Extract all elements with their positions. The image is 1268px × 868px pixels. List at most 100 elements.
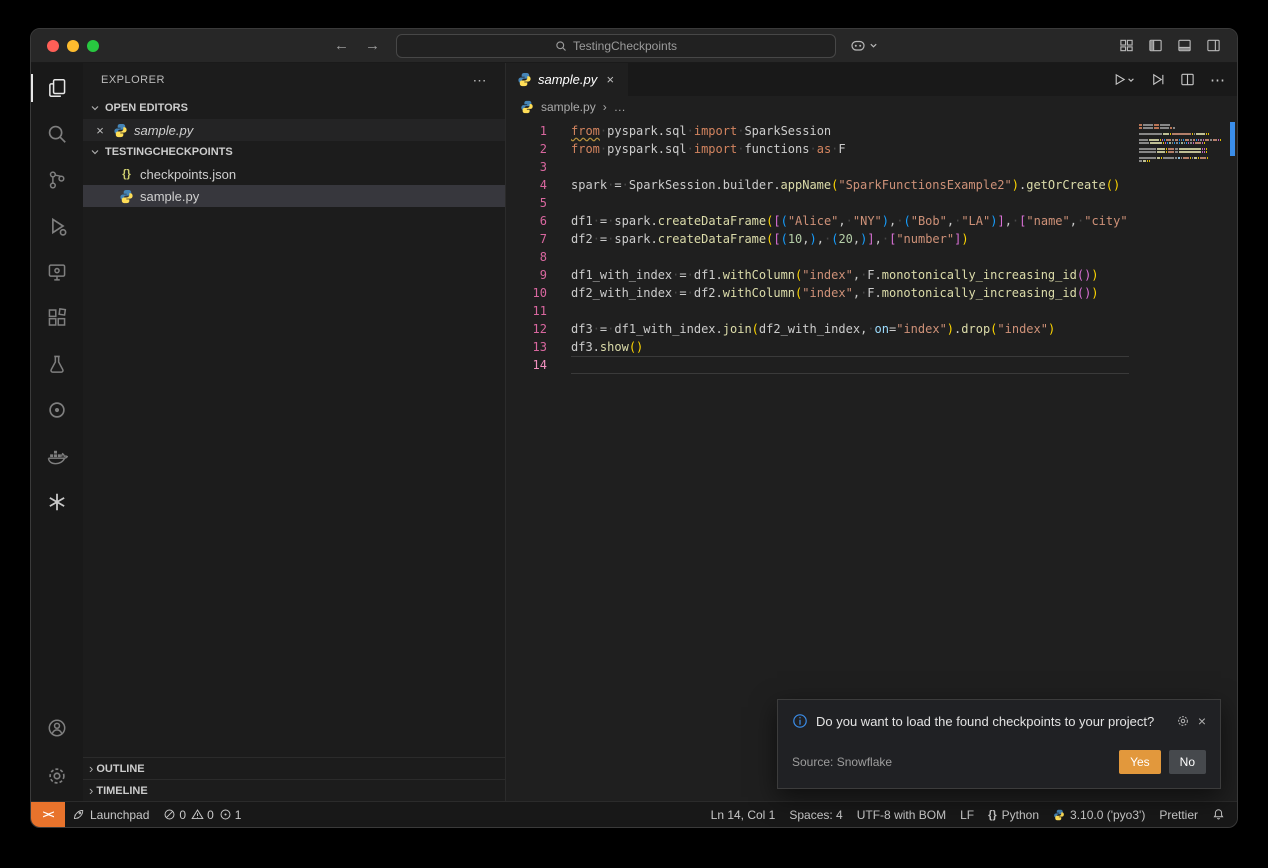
encoding-item[interactable]: UTF-8 with BOM (850, 802, 953, 827)
run-python-file-button[interactable] (1112, 72, 1135, 87)
code-line[interactable]: 7df2·=·spark.createDataFrame([(10,),·(20… (506, 230, 1129, 248)
split-editor-button[interactable] (1180, 72, 1195, 87)
json-icon: {} (119, 168, 134, 180)
launchpad-item[interactable]: Launchpad (65, 802, 156, 827)
line-number: 3 (506, 158, 571, 176)
language-mode-item[interactable]: {} Python (981, 802, 1046, 827)
formatter-item[interactable]: Prettier (1152, 802, 1205, 827)
copilot-menu[interactable] (850, 38, 878, 54)
line-number: 4 (506, 176, 571, 194)
command-center-search[interactable]: TestingCheckpoints (396, 34, 836, 58)
activity-settings[interactable] (31, 751, 83, 801)
error-count: 0 (179, 808, 186, 822)
activity-extensions[interactable] (31, 295, 83, 341)
encoding: UTF-8 with BOM (857, 808, 946, 822)
timeline-section[interactable]: › TIMELINE (83, 779, 505, 801)
code-line[interactable]: 6df1·=·spark.createDataFrame([("Alice",·… (506, 212, 1129, 230)
activity-explorer[interactable] (31, 65, 83, 111)
no-button[interactable]: No (1169, 750, 1206, 774)
code-line[interactable]: 2from·pyspark.sql·import·functions·as·F (506, 140, 1129, 158)
activity-search[interactable] (31, 111, 83, 157)
outline-section[interactable]: › OUTLINE (83, 757, 505, 779)
sidebar-spacer (83, 207, 505, 757)
open-editors-header[interactable]: OPEN EDITORS (83, 97, 505, 119)
activity-bar (31, 63, 83, 801)
customize-layout-icon[interactable] (1119, 38, 1134, 53)
chevron-down-icon (87, 100, 103, 116)
code-line[interactable]: 3 (506, 158, 1129, 176)
activity-account[interactable] (31, 705, 83, 751)
line-number: 9 (506, 266, 571, 284)
code-line[interactable]: 10df2_with_index·=·df2.withColumn("index… (506, 284, 1129, 302)
breadcrumb-more[interactable]: … (614, 100, 626, 114)
code-line[interactable]: 11 (506, 302, 1129, 320)
toggle-secondary-sidebar-icon[interactable] (1206, 38, 1221, 53)
run-alt-button[interactable] (1150, 72, 1165, 87)
close-icon[interactable]: × (93, 123, 107, 138)
remote-indicator[interactable]: >< (31, 802, 65, 827)
problems-item[interactable]: 0 0 1 (156, 802, 248, 827)
explorer-actions-icon[interactable]: ⋯ (473, 72, 488, 89)
code-line[interactable]: 14 (506, 356, 1129, 374)
chevron-down-icon (87, 144, 103, 160)
explorer-sidebar: EXPLORER ⋯ OPEN EDITORS × sample.py TEST… (83, 63, 506, 801)
activity-record-tool[interactable] (31, 387, 83, 433)
file-name: checkpoints.json (140, 167, 236, 182)
line-number: 10 (506, 284, 571, 302)
snowflake-icon (46, 491, 68, 513)
indentation-item[interactable]: Spaces: 4 (782, 802, 849, 827)
back-icon[interactable]: ← (334, 37, 349, 54)
notifications-bell-item[interactable] (1205, 802, 1237, 827)
tab-sample-py[interactable]: sample.py × (506, 63, 628, 96)
bell-icon (1212, 808, 1225, 821)
gear-icon (46, 765, 68, 787)
minimize-window-button[interactable] (67, 40, 79, 52)
close-icon[interactable]: × (603, 72, 617, 87)
activity-remote-explorer[interactable] (31, 249, 83, 295)
toggle-panel-icon[interactable] (1177, 38, 1192, 53)
close-window-button[interactable] (47, 40, 59, 52)
eol: LF (960, 808, 974, 822)
notification-settings-button[interactable] (1176, 713, 1190, 728)
forward-icon[interactable]: → (365, 37, 380, 54)
open-editor-item[interactable]: × sample.py (83, 119, 505, 141)
breadcrumb-file[interactable]: sample.py (541, 100, 596, 114)
outline-label: OUTLINE (96, 763, 144, 775)
workspace-folder-header[interactable]: TESTINGCHECKPOINTS (83, 141, 505, 163)
activity-snowflake[interactable] (31, 479, 83, 525)
search-text: TestingCheckpoints (573, 39, 677, 53)
python-file-icon (119, 189, 134, 204)
breadcrumb-separator: › (603, 100, 607, 114)
more-actions-icon[interactable]: ⋯ (1210, 71, 1225, 89)
notification-close-button[interactable]: × (1198, 713, 1206, 728)
cursor-position-item[interactable]: Ln 14, Col 1 (704, 802, 783, 827)
docker-whale-icon (46, 445, 68, 467)
code-line[interactable]: 12df3·=·df1_with_index.join(df2_with_ind… (506, 320, 1129, 338)
traffic-lights (47, 40, 99, 52)
file-item-checkpoints-json[interactable]: {} checkpoints.json (83, 163, 505, 185)
activity-testing[interactable] (31, 341, 83, 387)
code-line[interactable]: 13df3.show() (506, 338, 1129, 356)
activity-run-debug[interactable] (31, 203, 83, 249)
file-item-sample-py[interactable]: sample.py (83, 185, 505, 207)
launchpad-label: Launchpad (90, 808, 149, 822)
info-count: 1 (235, 808, 242, 822)
code-line[interactable]: 8 (506, 248, 1129, 266)
code-line[interactable]: 5 (506, 194, 1129, 212)
python-interpreter-item[interactable]: 3.10.0 ('pyo3') (1046, 802, 1152, 827)
activity-source-control[interactable] (31, 157, 83, 203)
eol-item[interactable]: LF (953, 802, 981, 827)
toggle-sidebar-icon[interactable] (1148, 38, 1163, 53)
yes-button[interactable]: Yes (1119, 750, 1161, 774)
notification-message: Do you want to load the found checkpoint… (816, 713, 1168, 730)
statusbar-right: Ln 14, Col 1 Spaces: 4 UTF-8 with BOM LF… (704, 802, 1237, 827)
python-icon (1053, 809, 1065, 821)
activity-docker[interactable] (31, 433, 83, 479)
braces-icon: {} (988, 809, 997, 821)
copilot-icon (850, 38, 866, 54)
zoom-window-button[interactable] (87, 40, 99, 52)
minimap[interactable] (1139, 124, 1221, 166)
code-line[interactable]: 4spark·=·SparkSession.builder.appName("S… (506, 176, 1129, 194)
code-line[interactable]: 9df1_with_index·=·df1.withColumn("index"… (506, 266, 1129, 284)
code-line[interactable]: 1from·pyspark.sql·import·SparkSession (506, 122, 1129, 140)
